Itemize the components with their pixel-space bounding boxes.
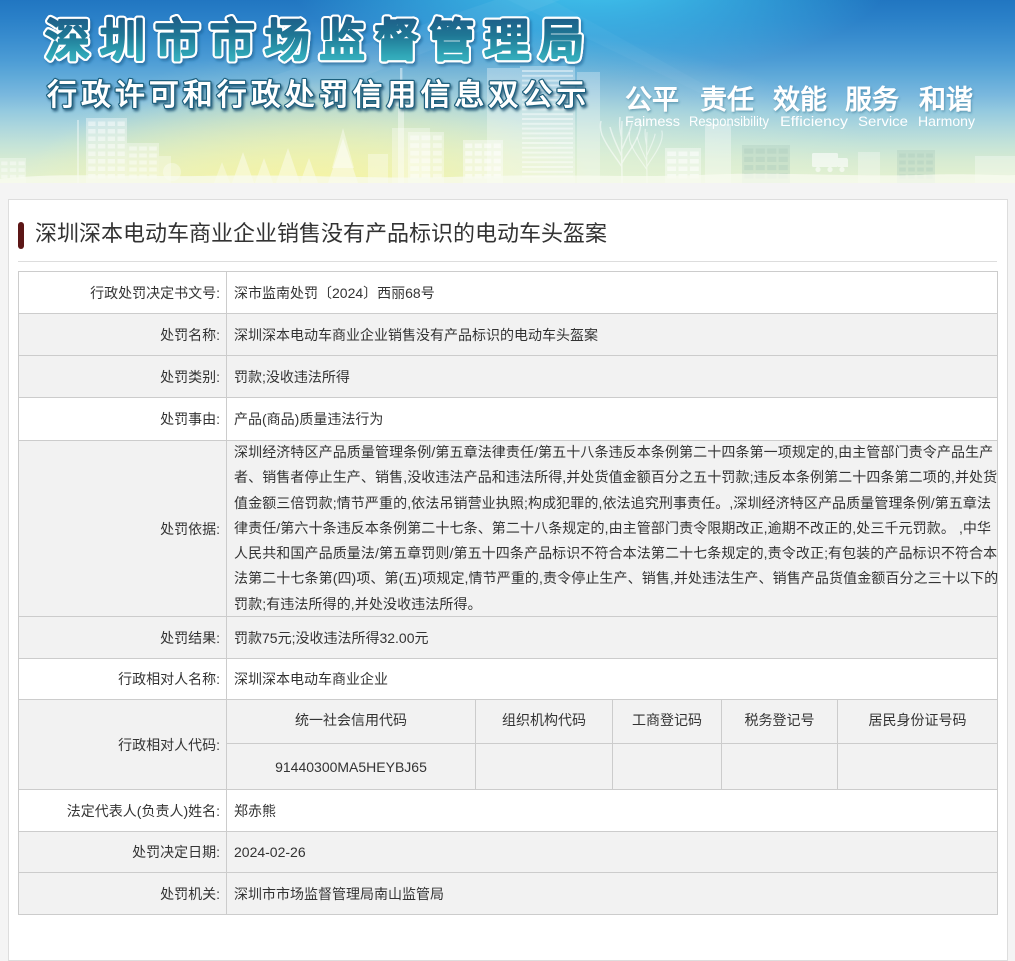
svg-text:效能: 效能: [773, 84, 827, 115]
svg-text:Service: Service: [858, 114, 908, 129]
svg-text:责任: 责任: [700, 85, 754, 115]
svg-text:Harmony: Harmony: [918, 114, 975, 129]
svg-text:服务: 服务: [845, 85, 899, 115]
svg-text:深圳市市场监督管理局: 深圳市市场监督管理局: [45, 15, 594, 66]
svg-text:Faimess: Faimess: [625, 114, 680, 129]
svg-text:和谐: 和谐: [919, 85, 973, 115]
svg-text:Responsibility: Responsibility: [689, 114, 769, 129]
svg-text:行政许可和行政处罚信用信息双公示: 行政许可和行政处罚信用信息双公示: [46, 78, 590, 112]
svg-text:Efficiency: Efficiency: [780, 114, 848, 129]
svg-text:公平: 公平: [625, 85, 679, 115]
